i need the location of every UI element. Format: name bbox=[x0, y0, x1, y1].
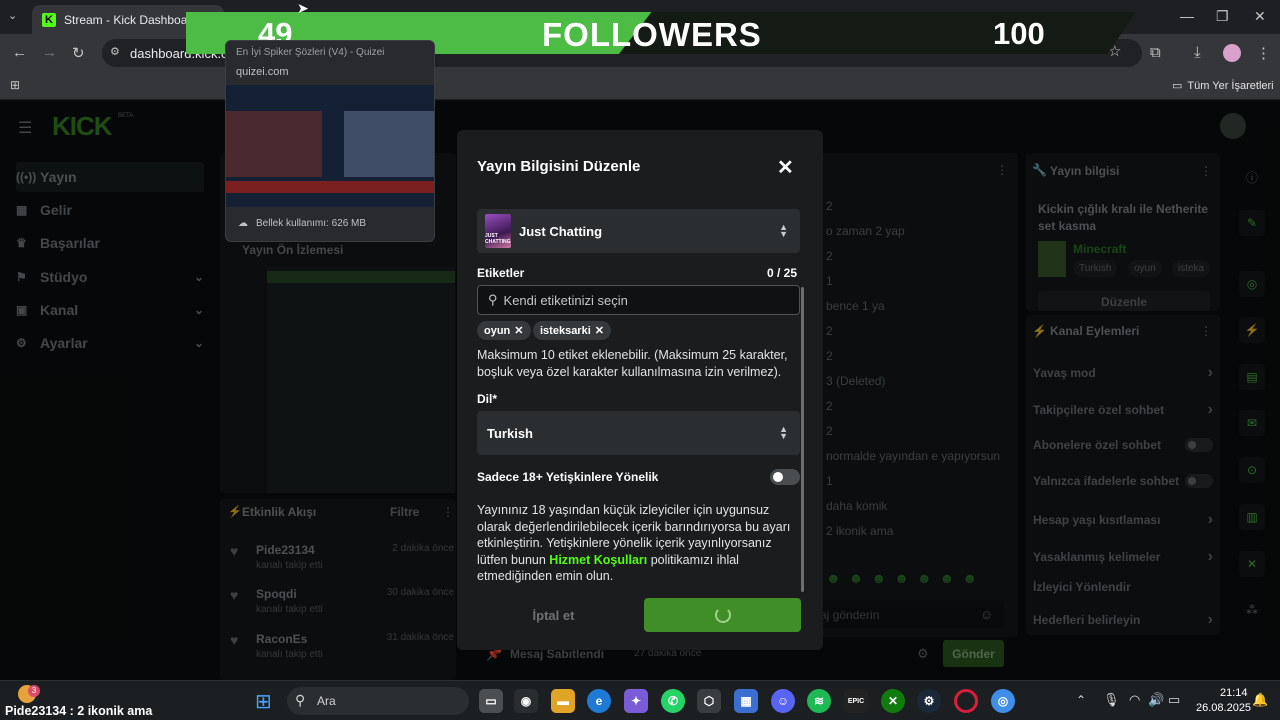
steam-icon[interactable]: ⚙ bbox=[917, 689, 941, 713]
cancel-button[interactable]: İptal et bbox=[477, 598, 630, 632]
clock-date[interactable]: 26.08.2025 bbox=[1196, 702, 1251, 714]
language-value: Turkish bbox=[487, 425, 533, 441]
all-bookmarks-folder[interactable]: ▭ Tüm Yer İşaretleri bbox=[1172, 79, 1274, 93]
tab-search-icon[interactable]: ⌄ bbox=[8, 9, 17, 22]
tags-label: Etiketler bbox=[477, 266, 525, 280]
download-icon[interactable]: ⤓ bbox=[1194, 44, 1201, 61]
task-view-icon[interactable]: ▭ bbox=[479, 689, 503, 713]
terms-of-service-link[interactable]: Hizmet Koşulları bbox=[549, 553, 647, 567]
whatsapp-icon[interactable]: ✆ bbox=[661, 689, 685, 713]
edit-stream-info-modal: Yayın Bilgisini Düzenle ✕ JUST CHATTING … bbox=[457, 130, 823, 650]
spotify-icon[interactable]: ≋ bbox=[807, 689, 831, 713]
adult-help-text: Yayınınız 18 yaşından küçük izleyiciler … bbox=[477, 502, 795, 585]
preview-thumbnail bbox=[226, 85, 434, 207]
thumbnail-image-left bbox=[226, 111, 322, 177]
adult-only-toggle[interactable] bbox=[770, 469, 800, 485]
search-icon: ⚲ bbox=[488, 292, 498, 307]
app-icon[interactable]: ⬡ bbox=[697, 689, 721, 713]
maximize-icon[interactable]: ❐ bbox=[1216, 8, 1229, 25]
thumbnail-image-right bbox=[344, 111, 434, 177]
profile-avatar[interactable] bbox=[1223, 44, 1241, 62]
reload-icon[interactable]: ↻ bbox=[72, 44, 85, 62]
remove-tag-icon[interactable]: ✕ bbox=[595, 324, 604, 337]
discord-icon[interactable]: ☺ bbox=[771, 689, 795, 713]
back-icon[interactable]: ← bbox=[12, 44, 27, 61]
language-select[interactable]: Turkish ▲ ▼ bbox=[477, 411, 800, 455]
obs-icon[interactable]: ◉ bbox=[514, 689, 538, 713]
kick-favicon-icon: K bbox=[42, 12, 56, 27]
chrome-icon[interactable]: ◎ bbox=[991, 689, 1015, 713]
microphone-icon[interactable]: 🎙 bbox=[1103, 692, 1120, 708]
save-button[interactable] bbox=[644, 598, 801, 632]
volume-icon[interactable]: 🔊 bbox=[1148, 692, 1164, 708]
wifi-icon[interactable]: ◠ bbox=[1129, 692, 1140, 708]
forward-icon[interactable]: → bbox=[42, 44, 57, 61]
tags-help-text: Maksimum 10 etiket eklenebilir. (Maksimu… bbox=[477, 348, 788, 379]
tag-search-input[interactable]: ⚲ Kendi etiketinizi seçin bbox=[477, 285, 800, 315]
remove-tag-icon[interactable]: ✕ bbox=[514, 324, 523, 337]
category-thumbnail: JUST CHATTING bbox=[485, 214, 511, 248]
notifications-bell-icon[interactable]: 🔔 bbox=[1252, 692, 1268, 708]
epic-games-icon[interactable]: EPIC bbox=[844, 689, 868, 713]
chat-notification-text[interactable]: Pide23134 : 2 ikonik ama bbox=[5, 704, 152, 718]
site-info-icon[interactable]: ⚙ bbox=[110, 45, 120, 58]
apps-grid-icon[interactable]: ⊞ bbox=[10, 78, 20, 92]
windows-start-icon[interactable]: ⊞ bbox=[255, 689, 272, 714]
adult-only-label: Sadece 18+ Yetişkinlere Yönelik bbox=[477, 470, 659, 484]
tag-chip: oyun ✕ bbox=[477, 321, 531, 340]
mouse-cursor-icon: ➤ bbox=[297, 0, 309, 16]
minimize-icon[interactable]: — bbox=[1180, 8, 1194, 24]
tab-hover-preview: En İyi Spiker Şözleri (V4) - Quizei quiz… bbox=[225, 40, 435, 242]
loading-spinner-icon bbox=[714, 607, 731, 623]
memory-usage: Bellek kullanımı: 626 MB bbox=[256, 218, 367, 229]
store-icon[interactable]: ▦ bbox=[734, 689, 758, 713]
opera-gx-icon[interactable] bbox=[954, 689, 978, 713]
edge-icon[interactable]: e bbox=[587, 689, 611, 713]
select-arrows-icon: ▲ ▼ bbox=[779, 222, 788, 239]
all-bookmarks-label: Tüm Yer İşaretleri bbox=[1187, 79, 1274, 92]
clock-time[interactable]: 21:14 bbox=[1220, 687, 1248, 699]
folder-icon: ▭ bbox=[1172, 80, 1183, 92]
menu-dots-icon[interactable]: ⋮ bbox=[1256, 44, 1271, 62]
modal-scrollbar[interactable] bbox=[801, 287, 804, 592]
xbox-icon[interactable]: ✕ bbox=[881, 689, 905, 713]
battery-icon[interactable]: ▭ bbox=[1168, 692, 1180, 708]
windows-taskbar: 3 Pide23134 : 2 ikonik ama ⊞ ⚲ Ara ▭ ◉ ▬… bbox=[0, 680, 1280, 720]
goal-target: 100 bbox=[993, 16, 1045, 51]
tag-search-placeholder: Kendi etiketinizi seçin bbox=[503, 292, 628, 308]
tab-title: Stream - Kick Dashboard bbox=[64, 12, 199, 27]
language-label: Dil* bbox=[477, 392, 498, 406]
category-select[interactable]: JUST CHATTING Just Chatting ▲ ▼ bbox=[477, 209, 800, 253]
thumbnail-bar bbox=[226, 181, 434, 193]
notification-badge: 3 bbox=[28, 685, 40, 697]
select-arrows-icon: ▲ ▼ bbox=[779, 424, 788, 441]
copilot-icon[interactable]: ✦ bbox=[624, 689, 648, 713]
tag-chip-label: isteksarki bbox=[540, 324, 591, 337]
bookmarks-bar: ⊞ ▭ Tüm Yer İşaretleri bbox=[0, 72, 1280, 100]
taskbar-search-label: Ara bbox=[317, 694, 336, 708]
search-icon: ⚲ bbox=[295, 692, 306, 708]
tag-chip-label: oyun bbox=[484, 324, 511, 337]
modal-title: Yayın Bilgisini Düzenle bbox=[477, 158, 641, 175]
tags-count: 0 / 25 bbox=[767, 266, 798, 280]
memory-icon: ☁ bbox=[238, 218, 248, 229]
goal-label: FOLLOWERS bbox=[542, 16, 762, 53]
taskbar-search[interactable]: ⚲ Ara bbox=[287, 687, 469, 715]
preview-domain: quizei.com bbox=[236, 66, 289, 78]
close-icon[interactable]: ✕ bbox=[777, 155, 794, 180]
category-value: Just Chatting bbox=[519, 223, 603, 239]
tag-chip: isteksarki ✕ bbox=[533, 321, 611, 340]
close-window-icon[interactable]: ✕ bbox=[1254, 8, 1266, 25]
extensions-icon[interactable]: ⧉ bbox=[1150, 44, 1161, 61]
chevron-up-icon[interactable]: ⌃ bbox=[1076, 693, 1086, 707]
preview-tab-title: En İyi Spiker Şözleri (V4) - Quizei bbox=[236, 47, 385, 58]
file-explorer-icon[interactable]: ▬ bbox=[551, 689, 575, 713]
